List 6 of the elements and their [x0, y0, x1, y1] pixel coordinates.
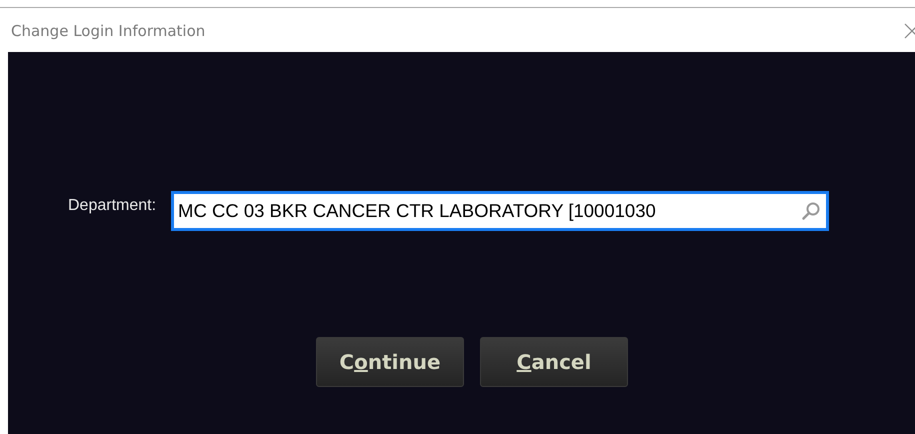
dialog-button[interactable]: Cancel: [480, 337, 628, 387]
department-field[interactable]: MC CC 03 BKR CANCER CTR LABORATORY [10001030: [171, 191, 830, 231]
department-label: Department:: [68, 197, 156, 215]
dialog-button[interactable]: Continue: [316, 337, 464, 387]
window-title: Change Login Information: [11, 22, 206, 40]
search-icon[interactable]: [801, 201, 822, 221]
